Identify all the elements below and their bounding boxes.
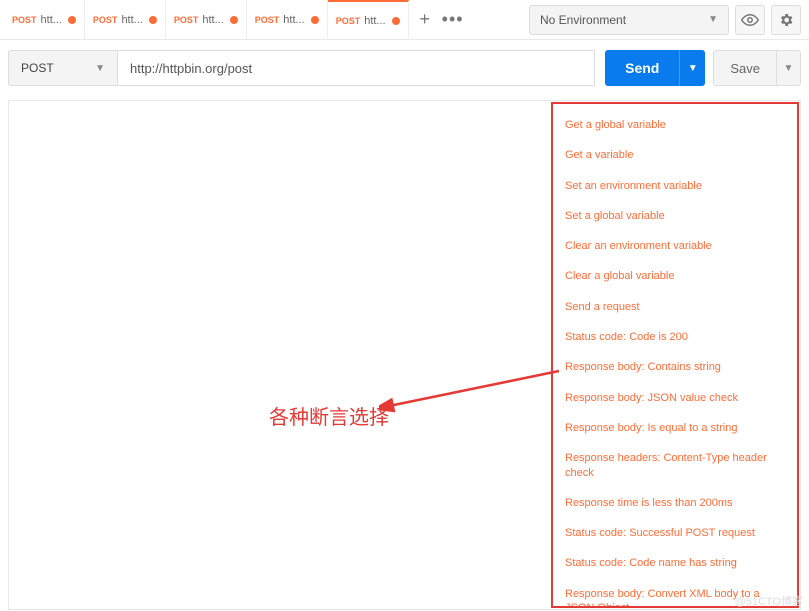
tab-method: POST — [12, 15, 37, 25]
tab-title: htt... — [283, 14, 304, 26]
snippet-item[interactable]: Response time is less than 200ms — [553, 488, 797, 518]
snippet-item[interactable]: Set an environment variable — [553, 171, 797, 201]
dirty-indicator-icon — [68, 16, 76, 24]
snippet-item[interactable]: Response body: JSON value check — [553, 383, 797, 413]
ellipsis-icon: ••• — [442, 9, 464, 30]
snippet-item[interactable]: Status code: Code is 200 — [553, 322, 797, 352]
environment-label: No Environment — [540, 13, 626, 27]
snippet-item[interactable]: Status code: Successful POST request — [553, 518, 797, 548]
tab-title: htt... — [121, 14, 142, 26]
method-selector[interactable]: POST ▼ — [8, 50, 118, 86]
request-tab-3[interactable]: POST htt... — [247, 0, 328, 39]
tab-method: POST — [336, 16, 361, 26]
environment-selector[interactable]: No Environment ▼ — [529, 5, 729, 35]
environment-area: No Environment ▼ — [529, 0, 809, 39]
snippet-item[interactable]: Response body: Is equal to a string — [553, 413, 797, 443]
chevron-down-icon: ▼ — [708, 14, 718, 25]
tab-method: POST — [93, 15, 118, 25]
chevron-down-icon: ▼ — [784, 63, 794, 74]
tabs-overflow-button[interactable]: ••• — [441, 0, 465, 39]
save-button[interactable]: Save — [713, 50, 777, 86]
tabs-area: POST htt... POST htt... POST htt... POST… — [0, 0, 529, 39]
snippet-item[interactable]: Status code: Code name has string — [553, 548, 797, 578]
tab-title: htt... — [364, 15, 385, 27]
eye-icon — [741, 11, 759, 29]
snippet-item[interactable]: Get a global variable — [553, 110, 797, 140]
annotation-arrow-icon — [379, 361, 569, 421]
snippet-item[interactable]: Send a request — [553, 292, 797, 322]
snippet-item[interactable]: Response headers: Content-Type header ch… — [553, 443, 797, 488]
request-tab-4[interactable]: POST htt... — [328, 0, 409, 39]
request-tab-1[interactable]: POST htt... — [85, 0, 166, 39]
annotation-text: 各种断言选择 — [269, 401, 389, 430]
gear-icon — [778, 12, 794, 28]
url-input[interactable] — [118, 50, 595, 86]
new-tab-button[interactable]: + — [409, 0, 441, 39]
request-tab-0[interactable]: POST htt... — [4, 0, 85, 39]
request-bar: POST ▼ Send ▼ Save ▼ — [0, 40, 809, 100]
body-area: Get a global variable Get a variable Set… — [8, 100, 801, 610]
save-options-button[interactable]: ▼ — [777, 50, 801, 86]
tab-title: htt... — [202, 14, 223, 26]
request-tab-2[interactable]: POST htt... — [166, 0, 247, 39]
tab-title: htt... — [41, 14, 62, 26]
tab-method: POST — [255, 15, 280, 25]
tab-method: POST — [174, 15, 199, 25]
settings-button[interactable] — [771, 5, 801, 35]
chevron-down-icon: ▼ — [688, 63, 698, 74]
snippet-item[interactable]: Clear a global variable — [553, 261, 797, 291]
dirty-indicator-icon — [311, 16, 319, 24]
send-button[interactable]: Send — [605, 50, 679, 86]
snippets-panel: Get a global variable Get a variable Set… — [551, 102, 799, 608]
plus-icon: + — [419, 9, 430, 30]
snippet-item[interactable]: Response body: Contains string — [553, 352, 797, 382]
dirty-indicator-icon — [392, 17, 400, 25]
method-label: POST — [21, 61, 54, 75]
quick-look-button[interactable] — [735, 5, 765, 35]
watermark: @51CTO博客 — [735, 593, 803, 609]
chevron-down-icon: ▼ — [95, 63, 105, 74]
dirty-indicator-icon — [149, 16, 157, 24]
send-options-button[interactable]: ▼ — [679, 50, 705, 86]
snippet-item[interactable]: Set a global variable — [553, 201, 797, 231]
dirty-indicator-icon — [230, 16, 238, 24]
snippet-item[interactable]: Clear an environment variable — [553, 231, 797, 261]
snippet-item[interactable]: Get a variable — [553, 140, 797, 170]
top-bar: POST htt... POST htt... POST htt... POST… — [0, 0, 809, 40]
